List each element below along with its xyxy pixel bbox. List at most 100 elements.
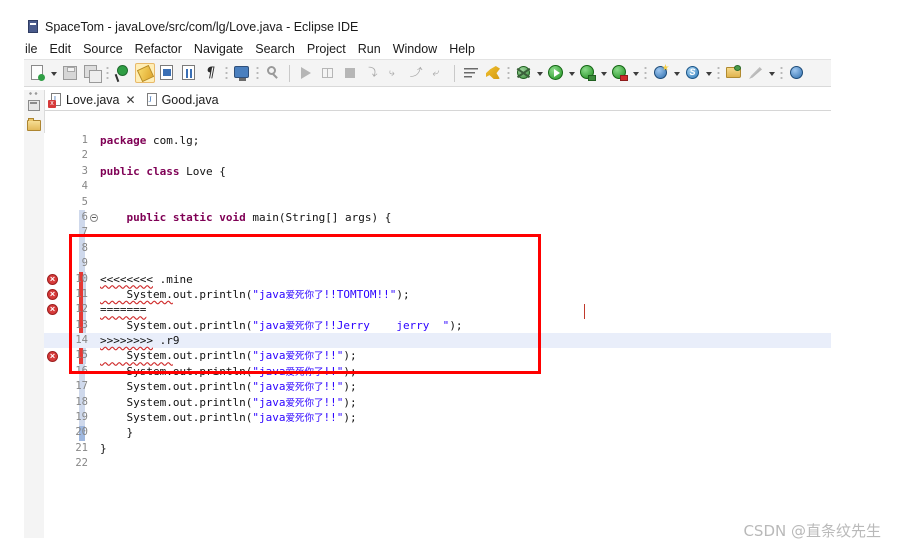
- debug-icon[interactable]: [514, 63, 534, 83]
- editor-tab-love-java[interactable]: Jx Love.java ✕: [46, 89, 142, 110]
- toolbar-separator: [780, 65, 783, 81]
- search-icon[interactable]: [263, 63, 283, 83]
- menu-item-navigate[interactable]: Navigate: [188, 42, 249, 56]
- menu-item-source[interactable]: Source: [77, 42, 129, 56]
- suspend-icon[interactable]: [318, 63, 338, 83]
- run-icon[interactable]: [546, 63, 566, 83]
- menu-item-run[interactable]: Run: [352, 42, 387, 56]
- step-over-icon[interactable]: ⤷: [384, 63, 404, 83]
- code-line[interactable]: 21}: [44, 441, 831, 456]
- menu-item-refactor[interactable]: Refactor: [129, 42, 188, 56]
- line-number: 17: [75, 380, 88, 393]
- skip-breakpoints-icon[interactable]: [113, 63, 133, 83]
- toolbar-separator: [507, 65, 510, 81]
- restore-view-icon[interactable]: [28, 100, 40, 111]
- code-line[interactable]: 12 =======: [44, 302, 831, 317]
- editor-tab-bar[interactable]: Jx Love.java ✕ J Good.java: [24, 87, 831, 111]
- menu-item-search[interactable]: Search: [249, 42, 301, 56]
- close-icon[interactable]: ✕: [126, 93, 136, 107]
- web-browser-icon[interactable]: [787, 63, 807, 83]
- code-text: System.out.println("java爱死你了!!");: [100, 364, 357, 378]
- new-dropdown-arrow-icon[interactable]: [49, 63, 59, 83]
- toolbar-separator: [225, 65, 228, 81]
- open-type-icon[interactable]: [179, 63, 199, 83]
- external-tools-icon[interactable]: [232, 63, 252, 83]
- code-line[interactable]: 17 System.out.println("java爱死你了!!");: [44, 379, 831, 394]
- code-line[interactable]: 15 System.out.println("java爱死你了!!");: [44, 348, 831, 363]
- code-text: =======: [100, 303, 147, 317]
- menu-bar[interactable]: ile Edit Source Refactor Navigate Search…: [24, 39, 831, 59]
- new-java-project-icon[interactable]: [651, 63, 671, 83]
- step-into-icon[interactable]: ⤵: [362, 63, 382, 83]
- open-task-icon[interactable]: [724, 63, 744, 83]
- coverage-dropdown-arrow-icon[interactable]: [599, 63, 609, 83]
- text-caret: [584, 304, 585, 319]
- code-line[interactable]: 7: [44, 225, 831, 240]
- line-number: 9: [81, 257, 88, 270]
- line-number: 1: [81, 134, 88, 146]
- collapsed-view-bar[interactable]: [24, 90, 45, 538]
- menu-item-file[interactable]: ile: [24, 42, 44, 56]
- eclipse-project-icon: [26, 20, 40, 34]
- menu-item-project[interactable]: Project: [301, 42, 352, 56]
- new-project-dropdown-arrow-icon[interactable]: [672, 63, 682, 83]
- code-line[interactable]: 10 <<<<<<<< .mine: [44, 272, 831, 287]
- code-line[interactable]: 18 System.out.println("java爱死你了!!");: [44, 395, 831, 410]
- editor-tab-good-java[interactable]: J Good.java: [142, 89, 225, 110]
- run-dropdown-arrow-icon[interactable]: [567, 63, 577, 83]
- code-line[interactable]: 6 public static void main(String[] args)…: [44, 210, 831, 225]
- line-number: 5: [81, 195, 88, 208]
- package-explorer-folder-icon[interactable]: [27, 118, 41, 131]
- run-last-dropdown-arrow-icon[interactable]: [631, 63, 641, 83]
- toggle-mark-occurrences-icon[interactable]: [135, 63, 155, 83]
- code-text: }: [100, 426, 134, 440]
- line-number: 12: [75, 303, 88, 316]
- code-line[interactable]: 9: [44, 256, 831, 271]
- code-line[interactable]: 22: [44, 456, 831, 471]
- code-line[interactable]: 16 System.out.println("java爱死你了!!");: [44, 364, 831, 379]
- view-drag-handle[interactable]: [29, 92, 38, 96]
- coverage-icon[interactable]: [578, 63, 598, 83]
- fold-collapse-icon[interactable]: [90, 213, 98, 222]
- terminate-icon[interactable]: [340, 63, 360, 83]
- code-line[interactable]: 1 package com.lg;: [44, 133, 831, 148]
- code-line[interactable]: 20 }: [44, 425, 831, 440]
- previous-annotation-icon[interactable]: [483, 63, 503, 83]
- code-line[interactable]: 5: [44, 195, 831, 210]
- line-number: 18: [75, 395, 88, 408]
- main-toolbar[interactable]: ¶ ⤵ ⤷ ⤴ ⤶ S: [24, 59, 831, 87]
- code-line[interactable]: 13 System.out.println("java爱死你了!!Jerry j…: [44, 318, 831, 333]
- drop-to-frame-icon[interactable]: ⤶: [428, 63, 448, 83]
- code-line[interactable]: 3 public class Love {: [44, 164, 831, 179]
- code-line[interactable]: 2: [44, 148, 831, 163]
- code-line[interactable]: 8: [44, 241, 831, 256]
- new-wizard-icon[interactable]: [28, 63, 48, 83]
- code-lines[interactable]: 1 package com.lg; 2 3 public class Love {4 5 6…: [44, 133, 831, 538]
- new-java-class-icon[interactable]: [157, 63, 177, 83]
- step-return-icon[interactable]: ⤴: [406, 63, 426, 83]
- spring-icon[interactable]: S: [683, 63, 703, 83]
- save-all-icon[interactable]: [82, 63, 102, 83]
- menu-item-help[interactable]: Help: [443, 42, 481, 56]
- spring-dropdown-arrow-icon[interactable]: [704, 63, 714, 83]
- code-line[interactable]: 14 >>>>>>>> .r9: [44, 333, 831, 349]
- code-text: package com.lg;: [100, 134, 200, 147]
- menu-item-window[interactable]: Window: [387, 42, 443, 56]
- line-number: 6: [81, 210, 88, 223]
- next-annotation-icon[interactable]: [461, 63, 481, 83]
- debug-dropdown-arrow-icon[interactable]: [535, 63, 545, 83]
- toolbar-divider: [454, 64, 455, 82]
- code-line[interactable]: 11 System.out.println("java爱死你了!!TOMTOM!…: [44, 287, 831, 302]
- code-line[interactable]: 4: [44, 179, 831, 194]
- show-whitespace-icon[interactable]: ¶: [201, 63, 221, 83]
- quick-access-icon[interactable]: [746, 63, 766, 83]
- window-title: SpaceTom - javaLove/src/com/lg/Love.java…: [45, 20, 359, 34]
- menu-item-edit[interactable]: Edit: [44, 42, 78, 56]
- java-file-icon: J: [146, 92, 158, 107]
- save-icon[interactable]: [60, 63, 80, 83]
- task-dropdown-arrow-icon[interactable]: [767, 63, 777, 83]
- code-editor[interactable]: ××××× 1package com.lg;23public class Lov…: [44, 133, 831, 538]
- code-line[interactable]: 19 System.out.println("java爱死你了!!");: [44, 410, 831, 425]
- resume-icon[interactable]: [296, 63, 316, 83]
- run-last-icon[interactable]: [610, 63, 630, 83]
